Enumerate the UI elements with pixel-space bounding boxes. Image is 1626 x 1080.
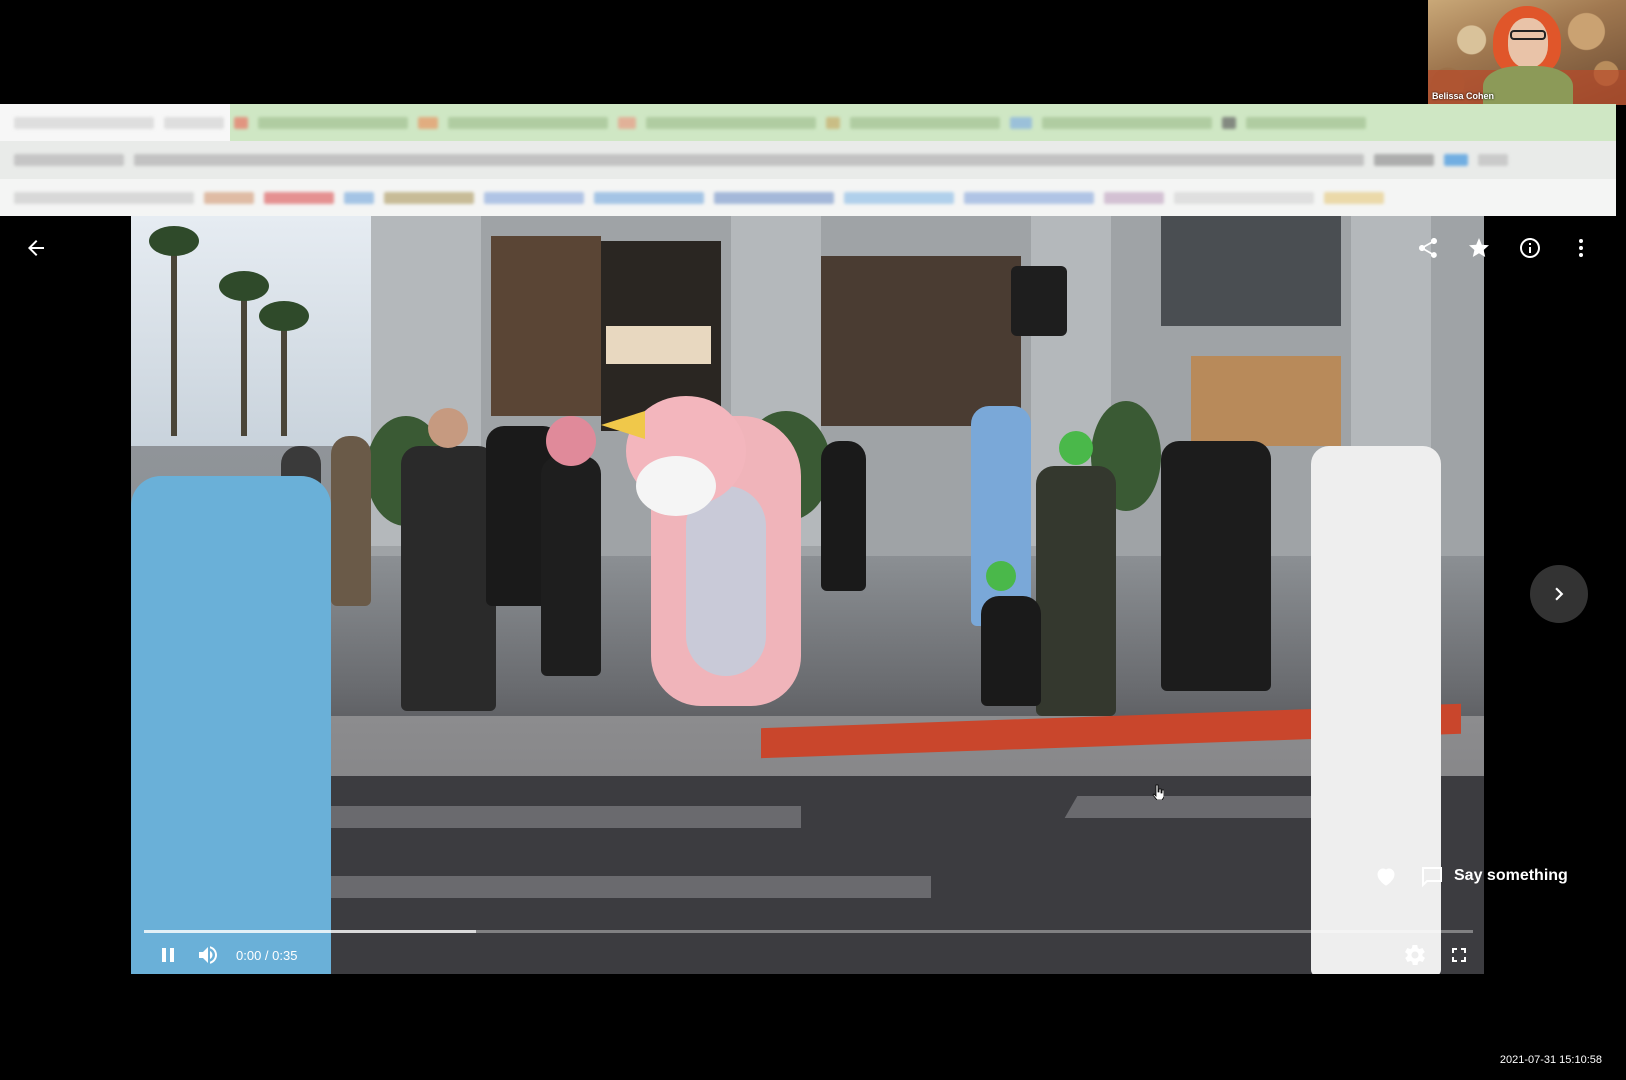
blurred-bookmark: [384, 191, 474, 204]
video-scene-unicorn-belly: [686, 486, 766, 676]
video-scene-palm-fronds: [259, 301, 309, 331]
video-scene-storefront-sign: [606, 326, 711, 364]
blurred-nav-buttons: [14, 154, 124, 166]
video-scene-upper-window: [1161, 216, 1341, 326]
video-scene-green-hat: [986, 561, 1016, 591]
blurred-bookmark: [204, 191, 254, 204]
video-scene-window: [821, 256, 1021, 426]
blurred-tab: [164, 116, 224, 129]
blurred-bookmark: [964, 191, 1094, 204]
video-scene-crosswalk-stripe: [291, 876, 931, 898]
player-controls: 0:00 / 0:35: [144, 940, 1473, 970]
participant-name-label: Belissa Cohen: [1432, 91, 1495, 101]
video-scene-green-hat: [1059, 431, 1093, 465]
next-item-button[interactable]: [1530, 565, 1588, 623]
blurred-tab: [448, 116, 608, 129]
comment-icon: [1422, 867, 1442, 888]
video-scene-palm-fronds: [149, 226, 199, 256]
video-scene-signal: [1011, 266, 1067, 336]
blurred-bookmark: [714, 191, 834, 204]
blurred-favicon: [234, 116, 248, 129]
video-scene-person-seated: [981, 596, 1041, 706]
blurred-tab: [850, 116, 1000, 129]
blurred-tab: [14, 116, 154, 129]
more-vertical-icon[interactable]: [1567, 234, 1595, 262]
blurred-favicon: [826, 116, 840, 129]
video-scene-unicorn-snout: [636, 456, 716, 516]
blurred-extension: [1374, 154, 1434, 166]
blurred-bookmark: [484, 191, 584, 204]
video-scene-person-foreground: [1311, 446, 1441, 974]
fullscreen-icon[interactable]: [1445, 941, 1473, 969]
blurred-favicon: [418, 116, 438, 129]
participant-face: [1508, 18, 1548, 68]
blurred-tab: [1042, 116, 1212, 129]
video-scene-person-foreground: [131, 476, 331, 974]
blurred-tab: [1246, 116, 1366, 129]
chevron-right-icon: [1555, 587, 1564, 601]
blurred-bookmark: [14, 191, 194, 204]
video-scene-unicorn-horn: [601, 411, 645, 439]
heart-icon[interactable]: [1372, 862, 1400, 890]
share-icon[interactable]: [1414, 234, 1442, 262]
blurred-favicon: [1222, 116, 1236, 129]
video-scene-person: [1161, 441, 1271, 691]
blurred-bookmark: [594, 191, 704, 204]
video-scene-head: [428, 408, 468, 448]
blurred-favicon: [618, 116, 636, 129]
video-scene-palm: [171, 236, 177, 436]
blurred-bookmark: [344, 191, 374, 204]
blurred-url: [134, 154, 1364, 166]
progress-buffered: [144, 930, 477, 933]
video-scene-palm-fronds: [219, 271, 269, 301]
blurred-tab: [646, 116, 816, 129]
blurred-bookmark: [1324, 191, 1384, 204]
video-scene-mural: [1191, 356, 1341, 446]
say-something-button[interactable]: Say something: [1420, 864, 1568, 888]
hand-cursor-icon: [1152, 784, 1164, 800]
time-display: 0:00 / 0:35: [236, 947, 298, 963]
blurred-bookmark: [264, 191, 334, 204]
blurred-favicon: [1010, 116, 1032, 129]
blurred-tab-strip: [0, 104, 1616, 141]
video-scene-person: [821, 441, 866, 591]
blurred-bookmarks-bar: [0, 179, 1616, 216]
video-scene-person: [971, 406, 1031, 626]
participant-glasses: [1510, 30, 1546, 40]
blurred-extension: [1444, 154, 1468, 166]
blurred-extension: [1478, 154, 1508, 166]
say-something-label: Say something: [1454, 867, 1568, 884]
video-scene-person: [331, 436, 371, 606]
participant-body: [1483, 66, 1573, 105]
comment-bar: Say something: [1372, 862, 1568, 890]
pause-icon[interactable]: [154, 941, 182, 969]
video-scene-head: [546, 416, 596, 466]
star-icon[interactable]: [1465, 234, 1493, 262]
video-scene-person: [1036, 466, 1116, 716]
arrow-left-icon[interactable]: [22, 234, 50, 262]
video-scene-crosswalk-stripe: [331, 806, 801, 828]
blurred-address-bar: [0, 141, 1616, 179]
info-icon[interactable]: [1516, 234, 1544, 262]
video-player[interactable]: [131, 216, 1484, 974]
blurred-tab: [258, 116, 408, 129]
video-scene-boarded-window: [491, 236, 601, 416]
blurred-bookmark: [844, 191, 954, 204]
video-scene-person: [401, 446, 496, 711]
blurred-bookmark: [1174, 191, 1314, 204]
video-progress-bar[interactable]: [144, 930, 1473, 933]
video-scene-person: [541, 456, 601, 676]
blurred-bookmark: [1104, 191, 1164, 204]
screen-timestamp: 2021-07-31 15:10:58: [1499, 1054, 1602, 1066]
blurred-browser-chrome: [0, 104, 1616, 216]
participant-video-tile[interactable]: Belissa Cohen: [1428, 0, 1626, 105]
volume-icon[interactable]: [194, 941, 222, 969]
gear-icon[interactable]: [1401, 941, 1429, 969]
player-right-controls: [1401, 941, 1473, 969]
